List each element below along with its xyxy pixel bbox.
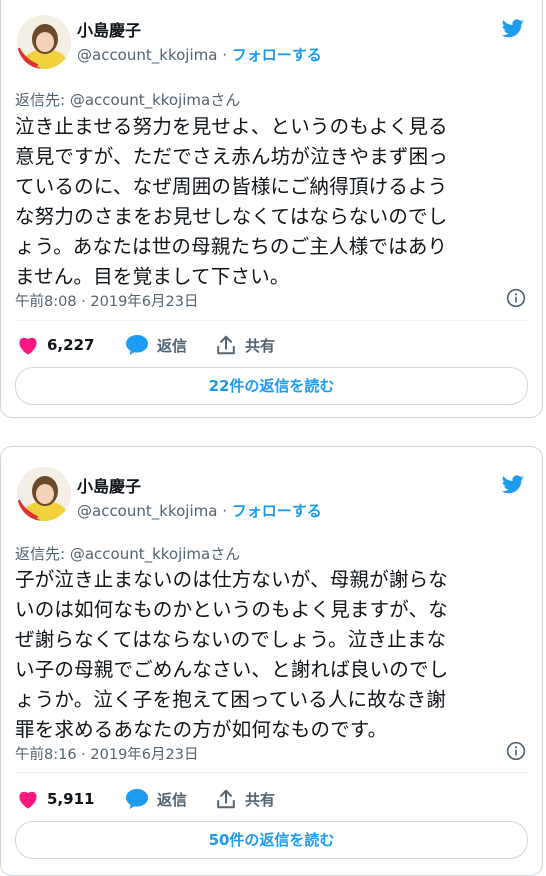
like-count: 6,227 xyxy=(47,336,95,354)
share-button[interactable]: 共有 xyxy=(215,787,275,811)
reply-to-suffix: さん xyxy=(210,91,241,109)
info-icon[interactable] xyxy=(506,741,526,761)
reply-to-prefix: 返信先: xyxy=(15,545,70,563)
twitter-bird-icon[interactable] xyxy=(500,17,526,39)
read-replies-button[interactable]: 50件の返信を読む xyxy=(15,821,528,859)
reply-label: 返信 xyxy=(157,336,188,355)
reply-bubble-icon xyxy=(126,789,148,809)
like-button[interactable]: 5,911 xyxy=(17,787,94,811)
author-handle[interactable]: @account_kkojima xyxy=(77,502,217,520)
tweet-actions: 6,227 返信 共有 xyxy=(15,333,528,357)
share-button[interactable]: 共有 xyxy=(215,333,275,357)
avatar[interactable] xyxy=(17,467,71,521)
twitter-bird-icon[interactable] xyxy=(500,473,526,495)
reply-to-prefix: 返信先: xyxy=(15,91,70,109)
divider xyxy=(15,320,528,321)
separator: · xyxy=(217,502,232,520)
like-button[interactable]: 6,227 xyxy=(17,333,94,357)
like-count: 5,911 xyxy=(47,790,95,808)
separator: · xyxy=(217,46,232,64)
avatar-image xyxy=(17,467,71,521)
tweet-actions: 5,911 返信 共有 xyxy=(15,787,528,811)
tweet-text: 泣き止ませる努力を見せよ、というのもよく見る 意見ですが、ただでさえ赤ん坊が泣き… xyxy=(15,115,449,288)
author-name[interactable]: 小島慶子 xyxy=(77,473,141,497)
share-icon xyxy=(217,335,235,355)
read-replies-button[interactable]: 22件の返信を読む xyxy=(15,367,528,405)
reply-button[interactable]: 返信 xyxy=(125,787,187,811)
tweet-timestamp[interactable]: 午前8:16 · 2019年6月23日 xyxy=(15,743,198,764)
share-label: 共有 xyxy=(245,336,276,355)
tweet-card: 小島慶子 @account_kkojima · フォローする 返信先: @acc… xyxy=(0,446,543,876)
follow-button[interactable]: フォローする xyxy=(232,46,322,64)
reply-to-handle[interactable]: @account_kkojima xyxy=(70,545,210,563)
heart-icon xyxy=(19,791,37,809)
follow-button[interactable]: フォローする xyxy=(232,502,322,520)
reply-bubble-icon xyxy=(126,335,148,355)
author-name[interactable]: 小島慶子 xyxy=(77,17,141,41)
share-icon xyxy=(217,789,235,809)
avatar-image xyxy=(17,15,71,69)
tweet-text: 子が泣き止まないのは仕方ないが、母親が謝らな いのは如何なものかというのもよく見… xyxy=(15,568,449,741)
author-handle-line: @account_kkojima · フォローする xyxy=(77,44,322,65)
tweet-card: 小島慶子 @account_kkojima · フォローする 返信先: @acc… xyxy=(0,0,543,418)
avatar[interactable] xyxy=(17,15,71,69)
reply-to-line: 返信先: @account_kkojimaさん xyxy=(15,543,240,564)
reply-label: 返信 xyxy=(157,790,188,809)
tweet-timestamp[interactable]: 午前8:08 · 2019年6月23日 xyxy=(15,290,198,311)
share-label: 共有 xyxy=(245,790,276,809)
author-handle-line: @account_kkojima · フォローする xyxy=(77,500,322,521)
reply-button[interactable]: 返信 xyxy=(125,333,187,357)
reply-to-suffix: さん xyxy=(210,545,241,563)
reply-to-handle[interactable]: @account_kkojima xyxy=(70,91,210,109)
reply-to-line: 返信先: @account_kkojimaさん xyxy=(15,89,240,110)
info-icon[interactable] xyxy=(506,288,526,308)
heart-icon xyxy=(19,337,37,355)
divider xyxy=(15,772,528,773)
author-handle[interactable]: @account_kkojima xyxy=(77,46,217,64)
